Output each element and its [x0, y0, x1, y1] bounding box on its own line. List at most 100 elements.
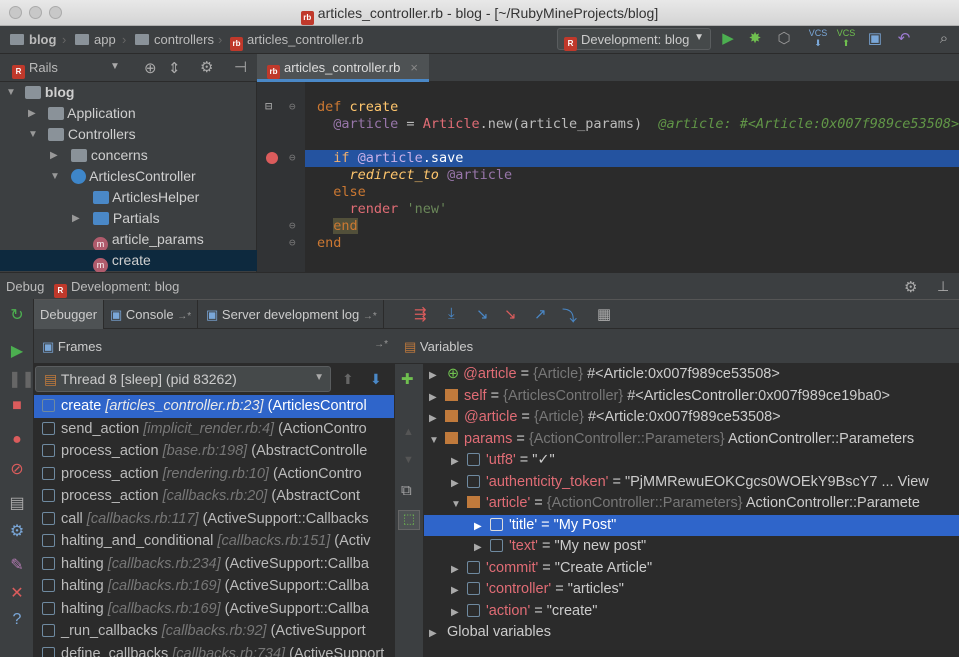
- chevron-down-icon: ▼: [694, 32, 704, 43]
- new-watch-icon[interactable]: ✚: [401, 370, 414, 388]
- tab-server-log[interactable]: ▣ Server development log →*: [200, 300, 384, 329]
- console-icon: ▣: [110, 307, 123, 322]
- close-icon[interactable]: ✕: [8, 583, 26, 603]
- tree-item-create[interactable]: m create: [0, 250, 257, 273]
- collapse-all-icon[interactable]: ⇕: [168, 59, 181, 77]
- code-line: else: [333, 184, 366, 200]
- pause-icon[interactable]: ❚❚: [8, 369, 35, 389]
- rails-view-select[interactable]: R Rails: [12, 60, 58, 79]
- layout-icon[interactable]: ▤: [8, 493, 26, 513]
- gear-icon[interactable]: ⚙: [904, 278, 917, 296]
- variable-row[interactable]: ▶'commit' = "Create Article": [424, 558, 959, 580]
- variable-row[interactable]: ▶ self = {ArticlesController} #<ArticlesC…: [424, 386, 959, 408]
- variable-row[interactable]: ▶'authenticity_token' = "PjMMRewuEOKCgcs…: [424, 472, 959, 494]
- variable-row[interactable]: ▼'article' = {ActionController::Paramete…: [424, 493, 959, 515]
- frame-row[interactable]: create [articles_controller.rb:23] (Arti…: [34, 395, 394, 418]
- debug-bug-icon[interactable]: ✸: [745, 30, 765, 48]
- frame-row[interactable]: send_action [implicit_render.rb:4] (Acti…: [34, 418, 394, 441]
- breakpoint-icon[interactable]: [266, 152, 278, 164]
- move-down-icon[interactable]: ▼: [403, 454, 414, 466]
- history-icon[interactable]: ▣: [865, 30, 885, 48]
- frame-row[interactable]: halting [callbacks.rb:234] (ActiveSuppor…: [34, 553, 394, 576]
- tree-item-articles-helper[interactable]: ArticlesHelper: [0, 187, 257, 208]
- step-over-icon[interactable]: ⤓: [448, 305, 455, 322]
- code-line-current: if @article.save: [333, 150, 464, 166]
- view-breakpoints-icon[interactable]: ●: [8, 431, 26, 449]
- mute-breakpoints-icon[interactable]: ⊘: [8, 459, 26, 479]
- gear-icon[interactable]: ⚙: [200, 58, 213, 76]
- variable-row[interactable]: ▶ @article = {Article} #<Article:0x007f98…: [424, 407, 959, 429]
- hide-panel-icon[interactable]: ⊥: [937, 278, 949, 295]
- thread-select[interactable]: ▤ Thread 8 [sleep] (pid 83262) ▼: [35, 366, 331, 392]
- fold-icon[interactable]: ⊖: [289, 151, 296, 164]
- tab-debugger[interactable]: Debugger: [34, 300, 105, 329]
- help-icon[interactable]: ?: [8, 611, 26, 629]
- tree-item-concerns[interactable]: ▶ concerns: [0, 145, 257, 166]
- tab-articles-controller[interactable]: rb articles_controller.rb ×: [257, 54, 429, 82]
- settings-icon[interactable]: ⚙: [8, 521, 26, 541]
- step-out-icon[interactable]: ↗: [534, 305, 547, 323]
- next-frame-icon[interactable]: ⬇: [370, 371, 382, 388]
- frame-row[interactable]: halting [callbacks.rb:169] (ActiveSuppor…: [34, 598, 394, 621]
- frame-row[interactable]: define_callbacks [callbacks.rb:734] (Act…: [34, 643, 394, 657]
- run-to-cursor-icon[interactable]: ⤵: [562, 305, 577, 326]
- pin-icon[interactable]: ✎: [8, 555, 26, 575]
- tree-item-articles-controller[interactable]: ▼ ArticlesController: [0, 166, 257, 187]
- vcs-update-icon[interactable]: VCS ⬇: [808, 28, 828, 48]
- frame-row[interactable]: halting [callbacks.rb:169] (ActiveSuppor…: [34, 575, 394, 598]
- rerun-icon[interactable]: ↻: [8, 305, 26, 325]
- variable-row[interactable]: ▶'utf8' = "✓": [424, 450, 959, 472]
- move-up-icon[interactable]: ▲: [403, 426, 414, 438]
- scroll-from-source-icon[interactable]: ⊕: [144, 59, 157, 77]
- force-step-into-icon[interactable]: ↘: [504, 305, 517, 323]
- copy-icon[interactable]: ⧉: [401, 482, 412, 499]
- hide-panel-icon[interactable]: ⊣: [234, 58, 247, 76]
- tab-console[interactable]: ▣ Console →*: [104, 300, 199, 329]
- breadcrumb-controllers[interactable]: controllers: [135, 32, 214, 47]
- coverage-icon[interactable]: ⬡: [774, 30, 794, 48]
- frame-row[interactable]: process_action [rendering.rb:10] (Action…: [34, 463, 394, 486]
- fold-icon[interactable]: ⊖: [289, 236, 296, 249]
- variable-row[interactable]: ▶'action' = "create": [424, 601, 959, 623]
- vcs-commit-icon[interactable]: VCS ⬆: [836, 28, 856, 48]
- breadcrumb-app[interactable]: app: [75, 32, 116, 47]
- variable-row[interactable]: ▶ ⊕ @article = {Article} #<Article:0x007f9…: [424, 364, 959, 386]
- breadcrumb-file[interactable]: rb articles_controller.rb: [230, 32, 363, 51]
- variable-row[interactable]: ▶'text' = "My new post": [424, 536, 959, 558]
- fold-icon[interactable]: ⊖: [289, 100, 296, 113]
- close-tab-icon[interactable]: ×: [410, 60, 418, 75]
- log-icon: ▣: [206, 307, 219, 322]
- tree-item-blog[interactable]: ▼ blog: [0, 82, 257, 103]
- variable-row[interactable]: ▶'title' = "My Post": [424, 514, 959, 536]
- tree-item-controllers[interactable]: ▼ Controllers: [0, 124, 257, 145]
- revert-icon[interactable]: ↶: [894, 30, 914, 48]
- frame-row[interactable]: halting_and_conditional [callbacks.rb:15…: [34, 530, 394, 553]
- variable-row[interactable]: ▶ Global variables: [424, 622, 959, 644]
- show-watches-icon[interactable]: ⬚: [398, 510, 420, 530]
- evaluate-expression-icon[interactable]: ▦: [597, 305, 611, 323]
- folder-icon: [48, 107, 64, 120]
- run-icon[interactable]: ▶: [718, 30, 738, 48]
- frame-row[interactable]: process_action [base.rb:198] (AbstractCo…: [34, 440, 394, 463]
- tree-item-article-params[interactable]: m article_params: [0, 229, 257, 252]
- frame-row[interactable]: process_action [callbacks.rb:20] (Abstra…: [34, 485, 394, 508]
- frame-row[interactable]: call [callbacks.rb:117] (ActiveSupport::…: [34, 508, 394, 531]
- field-icon: [490, 539, 503, 552]
- resume-icon[interactable]: ▶: [8, 341, 26, 361]
- stop-icon[interactable]: ■: [8, 397, 26, 415]
- pin-icon[interactable]: →*: [374, 339, 388, 350]
- previous-frame-icon[interactable]: ⬆: [342, 371, 354, 388]
- variable-row[interactable]: ▶'controller' = "articles": [424, 579, 959, 601]
- frame-row[interactable]: _run_callbacks [callbacks.rb:92] (Active…: [34, 620, 394, 643]
- run-configuration-select[interactable]: R Development: blog ▼: [557, 28, 711, 51]
- chevron-down-icon[interactable]: ▼: [110, 61, 120, 72]
- breadcrumb-blog[interactable]: blog: [10, 32, 56, 47]
- tree-item-partials[interactable]: ▶ Partials: [0, 208, 257, 229]
- variable-row[interactable]: ▼ params = {ActionController::Parameters}…: [424, 429, 959, 451]
- search-icon[interactable]: ⌕: [934, 30, 954, 48]
- fold-icon[interactable]: ⊖: [289, 219, 296, 232]
- code-editor[interactable]: ⊟ ⊖ ⊖ ⊖ ⊖ def create @article = Article.…: [257, 82, 959, 272]
- tree-item-application[interactable]: ▶ Application: [0, 103, 257, 124]
- step-into-icon[interactable]: ↘: [476, 305, 489, 323]
- show-execution-point-icon[interactable]: ⇶: [414, 305, 427, 323]
